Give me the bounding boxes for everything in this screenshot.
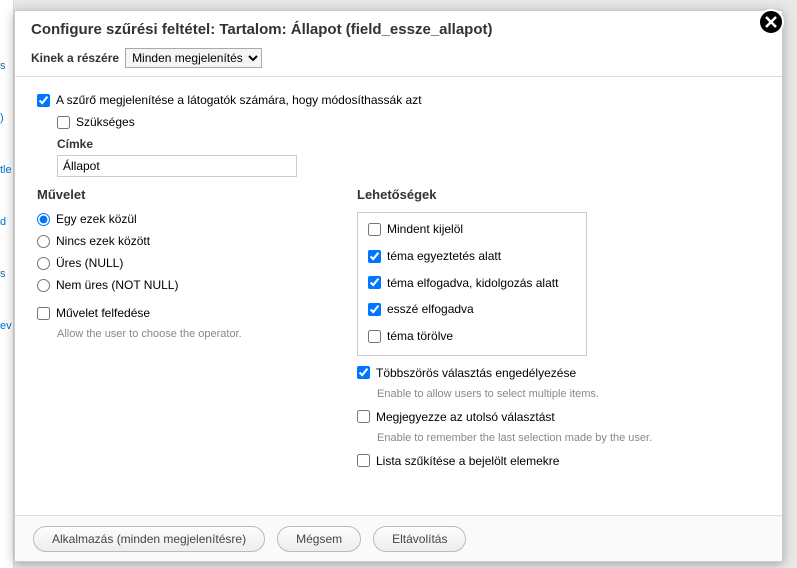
option-row: esszé elfogadva xyxy=(368,301,576,318)
allow-multiple-help: Enable to allow users to select multiple… xyxy=(377,388,766,400)
allow-multiple-label: Többszörös választás engedélyezése xyxy=(376,366,576,380)
allow-multiple-row: Többszörös választás engedélyezése xyxy=(357,366,766,380)
modal-header: Configure szűrési feltétel: Tartalom: Ál… xyxy=(15,11,782,77)
options-heading: Lehetőségek xyxy=(357,187,766,202)
operator-radio-label: Nem üres (NOT NULL) xyxy=(56,278,178,292)
operator-radio[interactable] xyxy=(37,279,50,292)
operator-radio[interactable] xyxy=(37,257,50,270)
expose-for-label: Kinek a részére xyxy=(31,51,119,65)
options-box: Mindent kijelöl téma egyeztetés alatt té… xyxy=(357,212,587,356)
close-button[interactable] xyxy=(758,9,784,35)
operator-radio-label: Üres (NULL) xyxy=(56,256,123,270)
remember-help: Enable to remember the last selection ma… xyxy=(377,432,766,444)
operator-option: Üres (NULL) xyxy=(37,256,317,270)
expose-operator-checkbox[interactable] xyxy=(37,307,50,320)
expose-operator-row: Művelet felfedése xyxy=(37,306,317,320)
expose-operator-help: Allow the user to choose the operator. xyxy=(57,328,317,340)
option-checkbox[interactable] xyxy=(368,276,381,289)
option-row: Mindent kijelöl xyxy=(368,221,576,238)
expose-operator-label: Művelet felfedése xyxy=(56,306,150,320)
limit-row: Lista szűkítése a bejelölt elemekre xyxy=(357,454,766,468)
option-row: téma törölve xyxy=(368,328,576,345)
close-icon xyxy=(765,16,777,28)
expose-filter-label: A szűrő megjelenítése a látogatók számár… xyxy=(56,93,422,107)
option-row: téma egyeztetés alatt xyxy=(368,248,576,265)
remember-label: Megjegyezze az utolsó választást xyxy=(376,410,555,424)
option-checkbox[interactable] xyxy=(368,250,381,263)
options-column: Lehetőségek Mindent kijelöl téma egyezte… xyxy=(357,187,766,476)
option-label: téma elfogadva, kidolgozás alatt xyxy=(387,275,558,292)
operator-option: Egy ezek közül xyxy=(37,212,317,226)
cimke-input[interactable] xyxy=(57,155,297,177)
option-row: téma elfogadva, kidolgozás alatt xyxy=(368,275,576,292)
operator-radio-label: Nincs ezek között xyxy=(56,234,150,248)
required-row: Szükséges xyxy=(57,115,766,129)
option-checkbox[interactable] xyxy=(368,223,381,236)
cancel-button[interactable]: Mégsem xyxy=(277,526,361,552)
required-label: Szükséges xyxy=(76,115,135,129)
background-leak: s)tledsev xyxy=(0,0,14,568)
expose-filter-row: A szűrő megjelenítése a látogatók számár… xyxy=(37,93,766,107)
limit-label: Lista szűkítése a bejelölt elemekre xyxy=(376,454,559,468)
expose-filter-checkbox[interactable] xyxy=(37,94,50,107)
required-checkbox[interactable] xyxy=(57,116,70,129)
option-label: téma törölve xyxy=(387,328,453,345)
operator-radio[interactable] xyxy=(37,213,50,226)
config-modal: Configure szűrési feltétel: Tartalom: Ál… xyxy=(14,10,783,562)
modal-body: A szűrő megjelenítése a látogatók számár… xyxy=(15,83,782,515)
operator-column: Művelet Egy ezek közül Nincs ezek között… xyxy=(37,187,317,476)
remember-checkbox[interactable] xyxy=(357,410,370,423)
remember-row: Megjegyezze az utolsó választást xyxy=(357,410,766,424)
remove-button[interactable]: Eltávolítás xyxy=(373,526,466,552)
operator-radio-label: Egy ezek közül xyxy=(56,212,137,226)
operator-radio[interactable] xyxy=(37,235,50,248)
modal-title: Configure szűrési feltétel: Tartalom: Ál… xyxy=(31,21,766,38)
option-checkbox[interactable] xyxy=(368,303,381,316)
expose-for-row: Kinek a részére Minden megjelenítés xyxy=(31,48,766,68)
operator-option: Nincs ezek között xyxy=(37,234,317,248)
allow-multiple-checkbox[interactable] xyxy=(357,366,370,379)
limit-checkbox[interactable] xyxy=(357,454,370,467)
expose-for-select[interactable]: Minden megjelenítés xyxy=(125,48,262,68)
operator-heading: Művelet xyxy=(37,187,317,202)
option-checkbox[interactable] xyxy=(368,330,381,343)
cimke-heading: Címke xyxy=(57,137,766,151)
option-label: Mindent kijelöl xyxy=(387,221,463,238)
modal-footer: Alkalmazás (minden megjelenítésre) Mégse… xyxy=(15,515,782,561)
operator-option: Nem üres (NOT NULL) xyxy=(37,278,317,292)
option-label: esszé elfogadva xyxy=(387,301,474,318)
option-label: téma egyeztetés alatt xyxy=(387,248,501,265)
apply-button[interactable]: Alkalmazás (minden megjelenítésre) xyxy=(33,526,265,552)
